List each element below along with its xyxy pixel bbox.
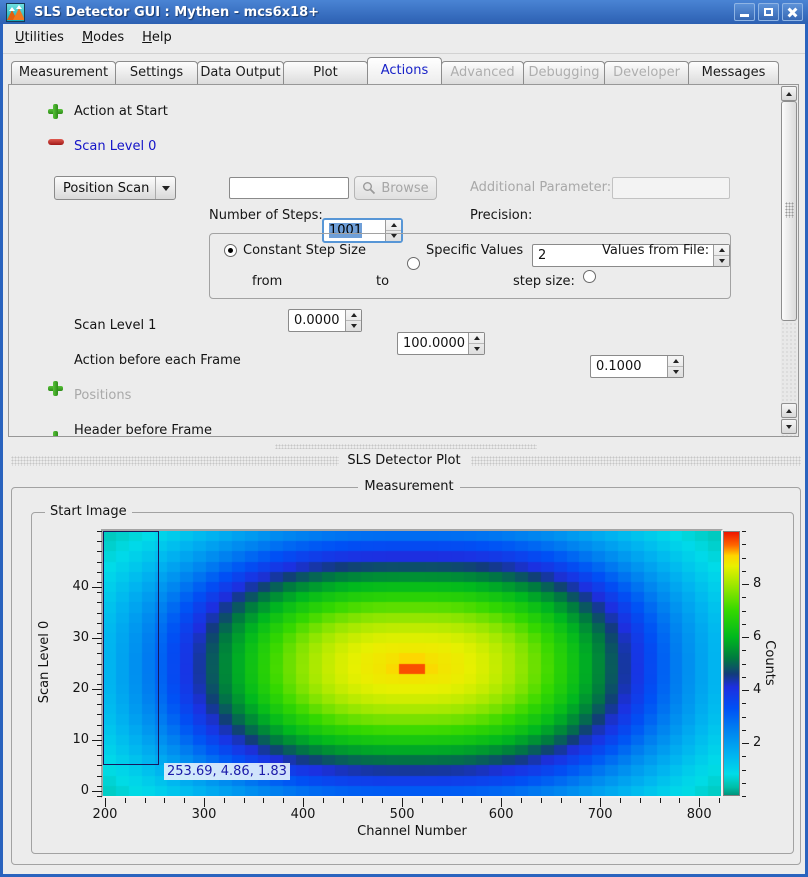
tab-settings[interactable]: Settings: [115, 61, 198, 84]
tab-advanced: Advanced: [441, 61, 524, 84]
step-size-spinbox[interactable]: 0.1000: [590, 355, 684, 378]
vertical-scrollbar[interactable]: [781, 86, 797, 436]
arrow-up-icon: [786, 92, 792, 96]
from-value: 0.0000: [294, 313, 340, 328]
zoom-selection-rect: [103, 531, 159, 765]
scrollbar-thumb[interactable]: [781, 101, 797, 321]
close-button[interactable]: [782, 3, 803, 21]
minimize-icon: [740, 14, 749, 17]
constant-step-size-label: Constant Step Size: [243, 243, 366, 258]
to-value: 100.0000: [403, 336, 465, 351]
spin-down-icon[interactable]: [668, 366, 683, 377]
tab-plot[interactable]: Plot: [283, 61, 368, 84]
browse-button-label: Browse: [381, 181, 428, 196]
from-label: from: [252, 274, 282, 289]
tab-developer: Developer: [604, 61, 689, 84]
browse-button: Browse: [354, 176, 437, 200]
additional-parameter-input: [612, 177, 730, 199]
expand-plus-icon[interactable]: [48, 431, 63, 437]
spin-down-icon[interactable]: [346, 320, 361, 331]
scan-script-input[interactable]: [229, 177, 349, 199]
plot-dock-titlebar[interactable]: SLS Detector Plot: [3, 452, 805, 470]
colorbar-label: Counts: [761, 633, 777, 693]
tab-debugging: Debugging: [523, 61, 605, 84]
precision-label: Precision:: [470, 208, 532, 223]
spin-up-icon[interactable]: [346, 310, 361, 320]
expand-plus-icon[interactable]: [48, 381, 63, 396]
title-bar[interactable]: SLS Detector GUI : Mythen - mcs6x18+: [0, 0, 808, 24]
header-before-frame-item[interactable]: Header before Frame: [74, 423, 212, 437]
scan-mode-combobox[interactable]: Position Scan: [54, 176, 176, 200]
expand-plus-icon[interactable]: [48, 104, 63, 119]
scrollbar-grip-icon: [785, 202, 794, 218]
values-from-file-label: Values from File:: [602, 243, 709, 258]
arrow-up-icon: [786, 409, 792, 413]
tab-actions[interactable]: Actions: [367, 57, 442, 84]
collapse-minus-icon[interactable]: [48, 139, 64, 145]
spin-up-icon[interactable]: [386, 220, 401, 230]
x-axis-label: Channel Number: [103, 824, 721, 839]
step-size-groupbox: Constant Step Size Specific Values Value…: [209, 233, 731, 299]
menu-help[interactable]: Help: [136, 27, 178, 48]
action-at-start-item[interactable]: Action at Start: [74, 104, 168, 119]
scrollbar-down-button[interactable]: [781, 419, 797, 434]
values-from-file-radio[interactable]: [583, 270, 596, 283]
to-spinbox[interactable]: 100.0000: [397, 332, 485, 355]
additional-parameter-label: Additional Parameter:: [470, 180, 611, 195]
start-image-title: Start Image: [45, 504, 132, 519]
maximize-button[interactable]: [758, 3, 779, 21]
from-spinbox[interactable]: 0.0000: [288, 309, 362, 332]
magnifier-icon: [362, 181, 376, 195]
cursor-readout: 253.69, 4.86, 1.83: [164, 763, 290, 780]
specific-values-radio[interactable]: [407, 257, 420, 270]
app-window: SLS Detector GUI : Mythen - mcs6x18+ Uti…: [0, 0, 808, 877]
number-of-steps-label: Number of Steps:: [209, 208, 323, 223]
spin-up-icon[interactable]: [668, 356, 683, 366]
spin-up-icon[interactable]: [469, 333, 484, 343]
tab-measurement[interactable]: Measurement: [11, 61, 116, 84]
colorbar: [723, 531, 740, 796]
tab-messages[interactable]: Messages: [688, 61, 779, 84]
tab-bar: Measurement Settings Data Output Plot Ac…: [11, 58, 778, 84]
menu-separator: [3, 53, 805, 54]
menu-utilities[interactable]: Utilities: [9, 27, 70, 48]
measurement-title: Measurement: [3, 479, 808, 494]
menu-modes[interactable]: Modes: [76, 27, 130, 48]
arrow-down-icon: [786, 425, 792, 429]
scrollbar-up-button-2[interactable]: [781, 403, 797, 418]
maximize-icon: [764, 8, 773, 16]
action-before-each-frame-item[interactable]: Action before each Frame: [74, 353, 241, 368]
specific-values-label: Specific Values: [426, 243, 523, 258]
scan-level-1-item[interactable]: Scan Level 1: [74, 318, 156, 333]
step-size-value: 0.1000: [596, 359, 642, 374]
to-label: to: [376, 274, 389, 289]
menu-bar: Utilities Modes Help: [3, 24, 805, 51]
combo-dropdown-icon: [155, 177, 175, 199]
spin-down-icon[interactable]: [469, 343, 484, 354]
y-axis-label: Scan Level 0: [37, 582, 53, 742]
window-title: SLS Detector GUI : Mythen - mcs6x18+: [34, 5, 319, 20]
scan-level-0-item[interactable]: Scan Level 0: [74, 139, 156, 154]
step-size-label: step size:: [513, 274, 575, 289]
splitter-handle[interactable]: [275, 444, 537, 449]
tab-data-output[interactable]: Data Output: [197, 61, 284, 84]
minimize-button[interactable]: [734, 3, 755, 21]
app-logo-mountain-icon: [6, 3, 25, 22]
constant-step-size-radio[interactable]: [224, 244, 237, 257]
heatmap-canvas[interactable]: [103, 531, 721, 796]
scan-mode-value: Position Scan: [55, 181, 155, 196]
actions-panel: Action at Start Scan Level 0 Position Sc…: [8, 84, 799, 437]
positions-item: Positions: [74, 388, 131, 403]
scrollbar-up-button[interactable]: [781, 86, 797, 101]
